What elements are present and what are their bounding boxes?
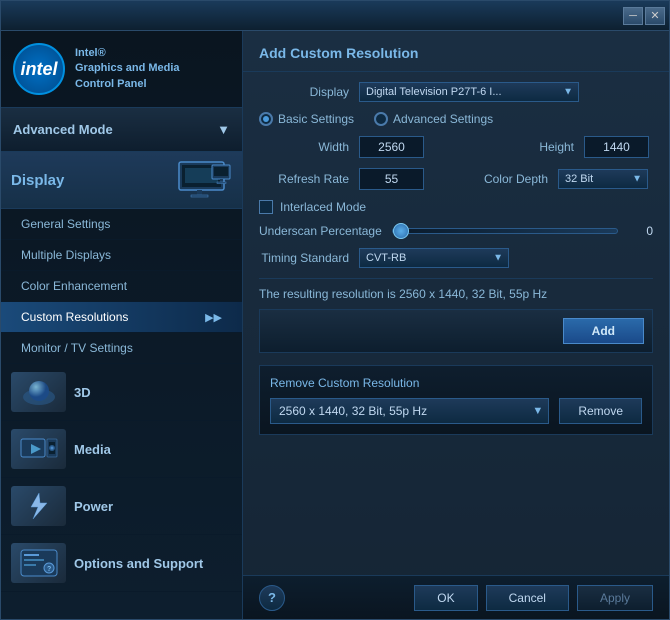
nav-items: General Settings Multiple Displays Color… — [1, 209, 242, 619]
settings-mode-group: Basic Settings Advanced Settings — [259, 112, 653, 126]
width-input[interactable] — [359, 136, 424, 158]
timing-select-wrapper: CVT-RB CVT GTF DMT ▼ — [359, 248, 509, 268]
sidebar: intel Intel® Graphics and Media Control … — [1, 31, 243, 619]
add-button[interactable]: Add — [563, 318, 644, 344]
underscan-value: 0 — [628, 224, 653, 238]
close-button[interactable]: ✕ — [645, 7, 665, 25]
logo-area: intel Intel® Graphics and Media Control … — [1, 31, 242, 108]
sidebar-item-power[interactable]: Power — [1, 478, 242, 535]
display-row: Display Digital Television P27T-6 I... ▼ — [259, 82, 653, 102]
media-label: Media — [74, 442, 111, 457]
result-text: The resulting resolution is 2560 x 1440,… — [259, 278, 653, 309]
advanced-mode-dropdown[interactable]: Advanced Mode ▼ — [1, 108, 242, 152]
underscan-row: Underscan Percentage 0 — [259, 224, 653, 238]
ok-button[interactable]: OK — [414, 585, 477, 611]
remove-section-title: Remove Custom Resolution — [270, 376, 642, 390]
right-panel: Add Custom Resolution Display Digital Te… — [243, 31, 669, 619]
brand-text: Intel® Graphics and Media Control Panel — [75, 46, 180, 92]
display-field-label: Display — [259, 85, 349, 99]
power-label: Power — [74, 499, 113, 514]
threed-label: 3D — [74, 385, 91, 400]
media-icon — [11, 429, 66, 469]
timing-row: Timing Standard CVT-RB CVT GTF DMT ▼ — [259, 248, 653, 268]
advanced-settings-label: Advanced Settings — [393, 112, 493, 126]
sidebar-item-general-settings[interactable]: General Settings — [1, 209, 242, 240]
basic-settings-label: Basic Settings — [278, 112, 354, 126]
advanced-mode-arrow-icon: ▼ — [217, 122, 230, 137]
custom-resolutions-arrow-icon: ▶▶ — [205, 311, 222, 324]
timing-label: Timing Standard — [259, 251, 349, 265]
options-support-label: Options and Support — [74, 556, 203, 571]
sidebar-item-media[interactable]: Media — [1, 421, 242, 478]
advanced-settings-radio-dot — [374, 112, 388, 126]
bottom-bar: ? OK Cancel Apply — [243, 575, 669, 619]
height-input[interactable] — [584, 136, 649, 158]
dimensions-row: Width Height — [259, 136, 653, 158]
threed-icon — [11, 372, 66, 412]
advanced-mode-label: Advanced Mode — [13, 122, 113, 137]
options-support-icon: ? — [11, 543, 66, 583]
sidebar-item-multiple-displays[interactable]: Multiple Displays — [1, 240, 242, 271]
bottom-buttons: OK Cancel Apply — [414, 585, 653, 611]
interlaced-row: Interlaced Mode — [259, 200, 653, 214]
sidebar-item-color-enhancement[interactable]: Color Enhancement — [1, 271, 242, 302]
remove-button[interactable]: Remove — [559, 398, 642, 424]
display-label: Display — [11, 172, 167, 189]
help-button[interactable]: ? — [259, 585, 285, 611]
sidebar-item-display[interactable]: Display — [1, 152, 242, 209]
underscan-slider-thumb[interactable] — [393, 223, 409, 239]
intel-logo: intel — [13, 43, 65, 95]
refresh-input[interactable] — [359, 168, 424, 190]
remove-row: 2560 x 1440, 32 Bit, 55p Hz ▼ Remove — [270, 398, 642, 424]
refresh-color-row: Refresh Rate Color Depth 32 Bit 16 Bit 8… — [259, 168, 653, 190]
height-label: Height — [484, 140, 574, 154]
main-content: intel Intel® Graphics and Media Control … — [1, 31, 669, 619]
sidebar-item-monitor-settings[interactable]: Monitor / TV Settings — [1, 333, 242, 364]
cancel-button[interactable]: Cancel — [486, 585, 569, 611]
sidebar-item-3d[interactable]: 3D — [1, 364, 242, 421]
timing-select[interactable]: CVT-RB CVT GTF DMT — [359, 248, 509, 268]
sidebar-item-options-support[interactable]: ? Options and Support — [1, 535, 242, 592]
color-depth-select-wrapper: 32 Bit 16 Bit 8 Bit ▼ — [558, 169, 648, 189]
color-depth-select[interactable]: 32 Bit 16 Bit 8 Bit — [558, 169, 648, 189]
width-label: Width — [259, 140, 349, 154]
panel-header: Add Custom Resolution — [243, 31, 669, 72]
color-depth-label: Color Depth — [458, 172, 548, 186]
panel-body: Display Digital Television P27T-6 I... ▼… — [243, 72, 669, 575]
minimize-button[interactable]: ─ — [623, 7, 643, 25]
underscan-label: Underscan Percentage — [259, 224, 382, 238]
display-select-wrapper: Digital Television P27T-6 I... ▼ — [359, 82, 579, 102]
underscan-slider-track[interactable] — [392, 228, 618, 234]
advanced-settings-radio[interactable]: Advanced Settings — [374, 112, 493, 126]
display-select[interactable]: Digital Television P27T-6 I... — [359, 82, 579, 102]
main-window: ─ ✕ intel Intel® Graphics and Media Cont… — [0, 0, 670, 620]
interlaced-checkbox[interactable] — [259, 200, 273, 214]
panel-title: Add Custom Resolution — [259, 45, 653, 61]
remove-section: Remove Custom Resolution 2560 x 1440, 32… — [259, 365, 653, 435]
remove-select-wrapper: 2560 x 1440, 32 Bit, 55p Hz ▼ — [270, 398, 549, 424]
interlaced-label: Interlaced Mode — [280, 200, 366, 214]
basic-settings-radio-dot — [259, 112, 273, 126]
refresh-label: Refresh Rate — [259, 172, 349, 186]
basic-settings-radio[interactable]: Basic Settings — [259, 112, 354, 126]
remove-resolution-select[interactable]: 2560 x 1440, 32 Bit, 55p Hz — [270, 398, 549, 424]
svg-text:?: ? — [47, 566, 51, 573]
title-bar: ─ ✕ — [1, 1, 669, 31]
power-icon — [11, 486, 66, 526]
apply-button[interactable]: Apply — [577, 585, 653, 611]
add-button-area: Add — [259, 309, 653, 353]
sidebar-item-custom-resolutions[interactable]: Custom Resolutions ▶▶ — [1, 302, 242, 333]
display-monitor-icon — [177, 160, 232, 200]
